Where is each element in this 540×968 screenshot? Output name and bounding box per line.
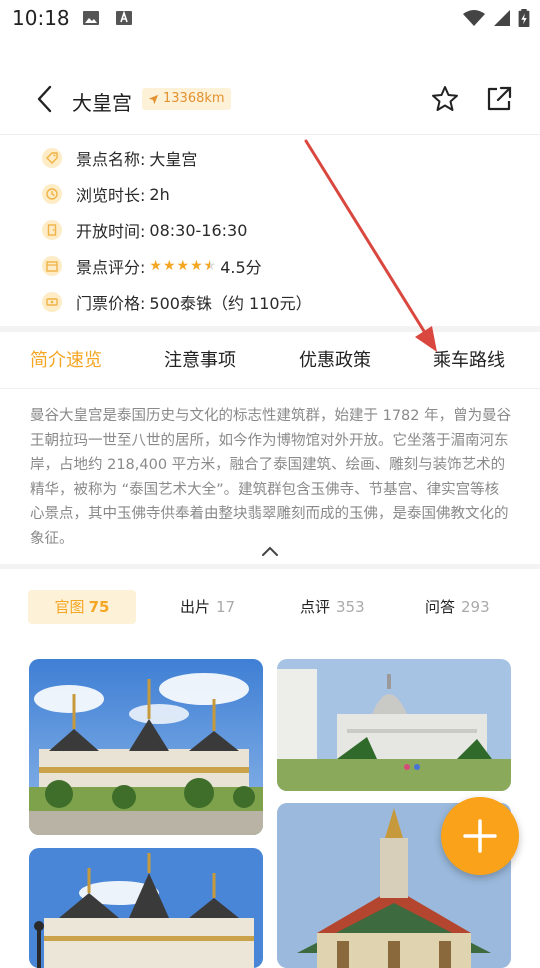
info-label: 景点评分: <box>76 258 146 277</box>
clock-icon <box>42 184 62 204</box>
back-icon[interactable] <box>34 84 58 114</box>
tab-intro[interactable]: 简介速览 <box>30 346 102 372</box>
share-icon[interactable] <box>484 84 514 114</box>
filter-label: 出片 <box>180 598 211 616</box>
distance-badge: 13368km <box>142 88 231 110</box>
section-divider <box>0 564 540 569</box>
collapse-chevron-icon[interactable] <box>260 544 280 558</box>
wifi-icon <box>463 10 485 26</box>
info-value: 08:30-16:30 <box>149 220 248 240</box>
filter-tab-photos[interactable]: 出片 17 <box>180 590 235 624</box>
add-fab-button[interactable] <box>441 797 519 875</box>
intro-text: 曼谷大皇宫是泰国历史与文化的标志性建筑群，始建于 1782 年，曾为曼谷王朝拉玛… <box>30 408 512 547</box>
page-title: 大皇宫 <box>72 91 132 115</box>
tab-notes[interactable]: 注意事项 <box>164 346 236 372</box>
photo-grand-palace-3[interactable] <box>29 848 263 968</box>
info-row-duration: 浏览时长: 2h <box>42 182 170 206</box>
filter-label: 官图 <box>54 598 85 616</box>
info-row-price: 门票价格: 500泰铢（约 110元） <box>42 290 312 314</box>
photo-grand-palace-1[interactable] <box>29 659 263 835</box>
signal-icon <box>494 10 510 26</box>
status-bar: 10:18 <box>0 0 540 40</box>
star-icon: ★ <box>162 258 176 274</box>
info-value: 500泰铢（约 110元） <box>149 294 312 313</box>
info-label: 开放时间: <box>76 222 146 241</box>
star-icon: ★ <box>176 258 190 274</box>
filter-tab-official[interactable]: 官图 75 <box>28 590 136 624</box>
tag-icon <box>42 148 62 168</box>
info-value: 4.5分 <box>220 258 262 277</box>
filter-tab-reviews[interactable]: 点评 353 <box>300 590 365 624</box>
section-divider <box>0 326 540 332</box>
text-icon <box>116 10 132 25</box>
rating-stars: ★★★★★★ <box>149 258 216 274</box>
filter-label: 问答 <box>425 598 456 616</box>
info-row-rating: 景点评分: ★★★★★★ 4.5分 <box>42 254 262 278</box>
plus-icon <box>463 819 497 853</box>
filter-count: 75 <box>88 598 110 616</box>
filter-label: 点评 <box>300 598 331 616</box>
ticket-icon <box>42 292 62 312</box>
photo-grand-palace-2[interactable] <box>277 659 511 791</box>
info-label: 浏览时长: <box>76 186 146 205</box>
info-row-name: 景点名称: 大皇宫 <box>42 146 197 170</box>
distance-text: 13368km <box>163 91 225 106</box>
info-row-hours: 开放时间: 08:30-16:30 <box>42 218 247 242</box>
info-value: 大皇宫 <box>149 150 198 169</box>
location-arrow-icon <box>148 94 159 104</box>
favorite-star-icon[interactable] <box>430 84 460 114</box>
calendar-icon <box>42 256 62 276</box>
filter-tab-qa[interactable]: 问答 293 <box>425 590 490 624</box>
tab-policy[interactable]: 优惠政策 <box>299 346 371 372</box>
status-time: 10:18 <box>12 6 70 30</box>
tabs-divider <box>0 388 540 389</box>
door-icon <box>42 220 62 240</box>
info-value: 2h <box>149 184 170 204</box>
star-icon: ★ <box>149 258 162 274</box>
header: 大皇宫 13368km <box>0 60 540 135</box>
half-star-icon: ★★ <box>203 258 217 274</box>
info-label: 景点名称: <box>76 150 146 169</box>
filter-count: 293 <box>461 598 490 616</box>
image-icon <box>83 11 99 25</box>
filter-count: 17 <box>216 598 236 616</box>
tab-route[interactable]: 乘车路线 <box>433 346 505 372</box>
battery-icon <box>518 9 530 27</box>
filter-count: 353 <box>336 598 365 616</box>
info-label: 门票价格: <box>76 294 146 313</box>
star-icon: ★ <box>190 258 203 274</box>
